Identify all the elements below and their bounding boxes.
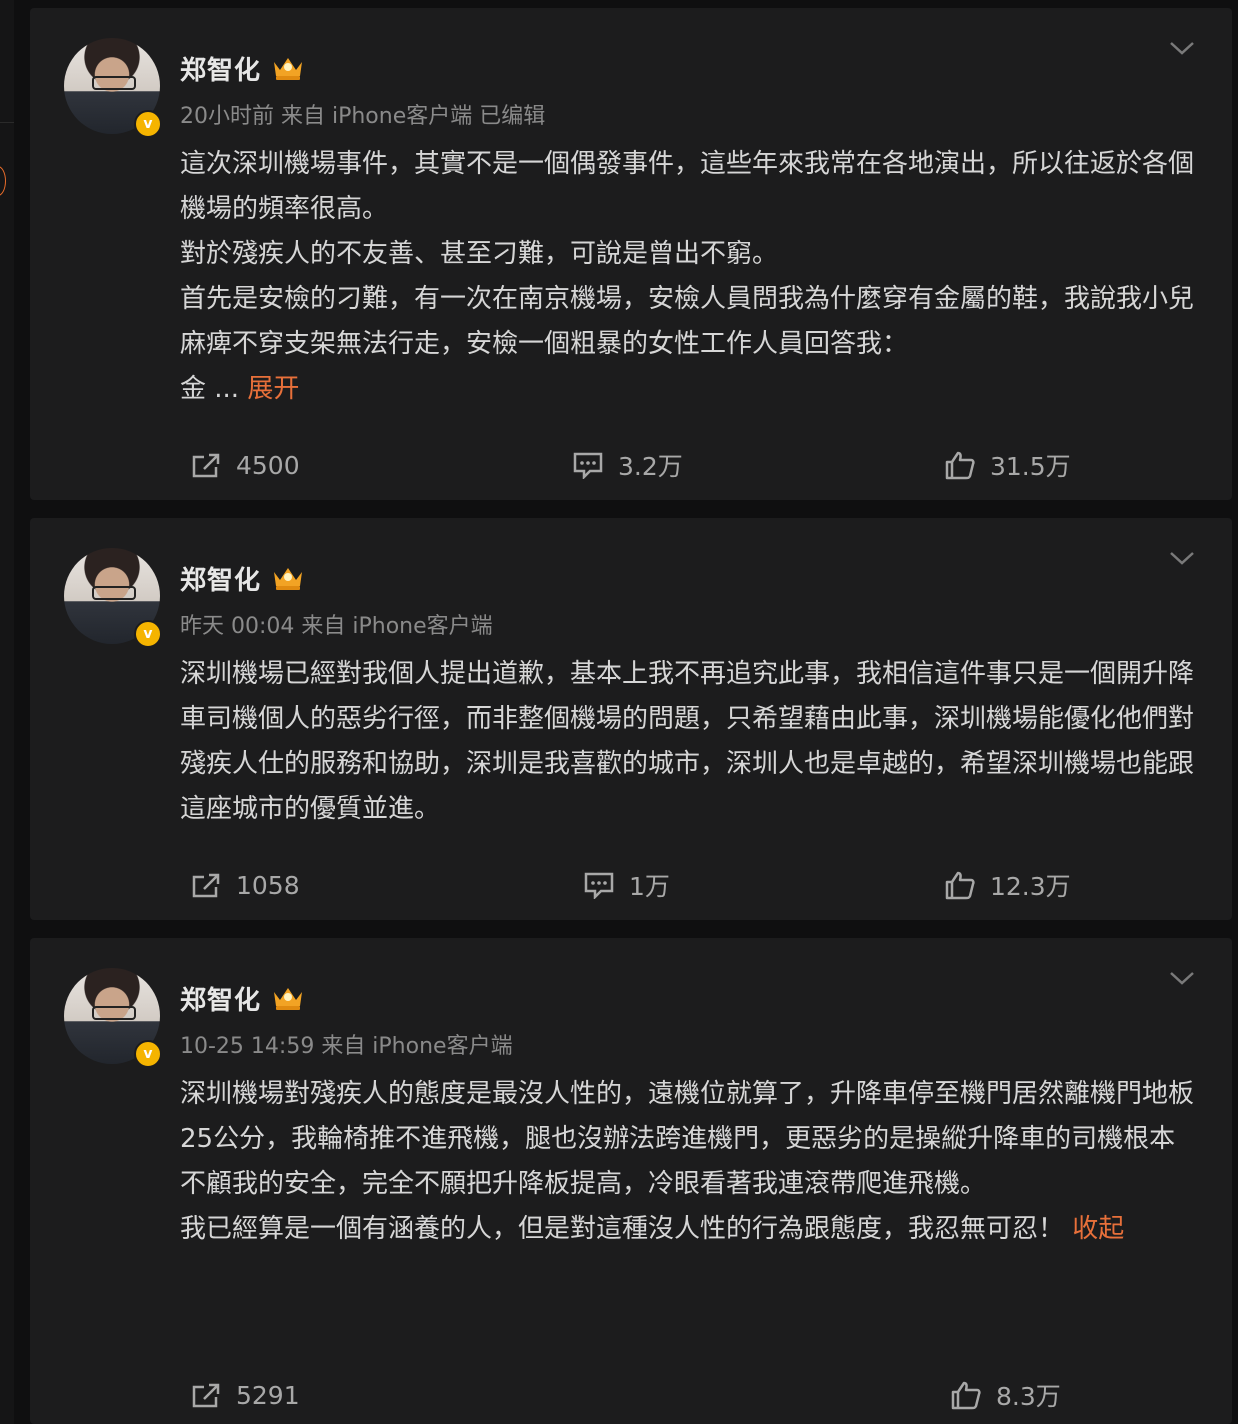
avatar-glasses [92,586,136,600]
truncated-text: 金 ... [180,374,240,404]
crown-icon[interactable] [270,562,306,592]
post-paragraph: 首先是安檢的刁難，有一次在南京機場，安檢人員問我為什麼穿有金屬的鞋，我說我小兒麻… [180,284,1195,359]
repost-button[interactable]: 1058 [190,860,300,910]
post-body: 深圳機場對殘疾人的態度是最沒人性的，遠機位就算了，升降車停至機門居然離機門地板2… [180,1072,1200,1252]
like-count: 31.5万 [990,452,1071,481]
like-count: 12.3万 [990,872,1071,901]
post-last-paragraph: 我已經算是一個有涵養的人，但是對這種沒人性的行為跟態度，我忍無可忍！ [180,1214,1065,1244]
comment-button[interactable]: 3.2万 [572,440,683,490]
author-name[interactable]: 郑智化 [180,560,261,597]
post-paragraph: 深圳機場已經對我個人提出道歉，基本上我不再追究此事，我相信這件事只是一個開升降車… [180,659,1195,824]
share-icon [192,1383,220,1408]
repost-count: 5291 [236,1380,300,1410]
sidebar-divider [0,122,14,123]
like-button[interactable]: 8.3万 [950,1370,1061,1420]
verified-badge-icon: v [134,110,162,138]
chevron-down-icon[interactable] [1168,38,1196,58]
comment-icon [584,872,614,899]
author-name[interactable]: 郑智化 [180,980,261,1017]
author-name[interactable]: 郑智化 [180,50,261,87]
repost-button[interactable]: 5291 [190,1370,300,1420]
verified-badge-icon: v [134,1040,162,1068]
repost-count: 4500 [236,450,300,480]
like-count: 8.3万 [996,1382,1061,1411]
share-icon [192,873,220,898]
sidebar-indicator[interactable] [0,166,6,196]
comment-button[interactable]: 1万 [583,860,670,910]
post-paragraph-tail: 金 ... 展开 [180,367,1200,412]
like-button[interactable]: 31.5万 [944,440,1071,490]
post-meta: 昨天 00:04 来自 iPhone客户端 [180,614,493,639]
comment-count: 1万 [629,872,670,901]
thumbs-up-icon [945,451,975,480]
post-card: v 郑智化 20小时前 来自 iPhone客户端 已编辑 這次深圳機場事件，其實… [30,8,1232,500]
post-card: v 郑智化 昨天 00:04 来自 iPhone客户端 深圳機場已經對我個人提出… [30,518,1232,920]
comment-icon [573,452,603,479]
post-paragraph-tail: 我已經算是一個有涵養的人，但是對這種沒人性的行為跟態度，我忍無可忍！ 收起 [180,1207,1200,1252]
repost-button[interactable]: 4500 [190,440,300,490]
share-icon [192,453,220,478]
avatar-glasses [92,76,136,90]
verified-badge-icon: v [134,620,162,648]
post-meta: 10-25 14:59 来自 iPhone客户端 [180,1034,513,1059]
post-card: v 郑智化 10-25 14:59 来自 iPhone客户端 深圳機場對殘疾人的… [30,938,1232,1424]
post-body: 深圳機場已經對我個人提出道歉，基本上我不再追究此事，我相信這件事只是一個開升降車… [180,652,1200,832]
crown-icon[interactable] [270,52,306,82]
chevron-down-icon[interactable] [1168,548,1196,568]
thumbs-up-icon [945,871,975,900]
collapse-link[interactable]: 收起 [1072,1214,1124,1244]
action-bar: 1058 1万 12.3万 [30,860,1232,910]
comment-count: 3.2万 [618,452,683,481]
expand-link[interactable]: 展开 [247,374,299,404]
post-body: 這次深圳機場事件，其實不是一個偶發事件，這些年來我常在各地演出，所以往返於各個機… [180,142,1200,412]
chevron-down-icon[interactable] [1168,968,1196,988]
post-paragraph: 對於殘疾人的不友善、甚至刁難，可說是曾出不窮。 [180,239,779,269]
post-paragraph: 深圳機場對殘疾人的態度是最沒人性的，遠機位就算了，升降車停至機門居然離機門地板2… [180,1079,1195,1199]
left-sidebar-edge [0,0,14,1424]
thumbs-up-icon [951,1381,981,1410]
repost-count: 1058 [236,870,300,900]
like-button[interactable]: 12.3万 [944,860,1071,910]
avatar-glasses [92,1006,136,1020]
post-meta: 20小时前 来自 iPhone客户端 已编辑 [180,104,546,129]
post-paragraph: 這次深圳機場事件，其實不是一個偶發事件，這些年來我常在各地演出，所以往返於各個機… [180,149,1195,224]
crown-icon[interactable] [270,982,306,1012]
action-bar: 4500 3.2万 31.5万 [30,440,1232,490]
action-bar: 5291 8.3万 [30,1370,1232,1420]
